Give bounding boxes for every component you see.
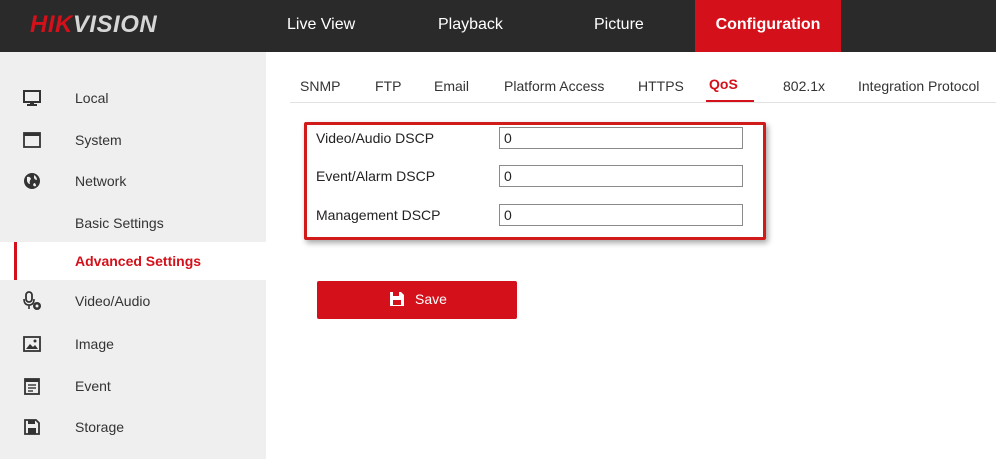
nav-live-view[interactable]: Live View	[287, 0, 355, 52]
tab-802-1x[interactable]: 802.1x	[783, 78, 825, 94]
tab-platform-access[interactable]: Platform Access	[504, 78, 604, 94]
brand-logo: HIKVISION	[30, 11, 157, 39]
sidebar-item-storage[interactable]: Storage	[0, 408, 266, 446]
sidebar-item-advanced-settings[interactable]: Advanced Settings	[0, 242, 266, 280]
management-dscp-input[interactable]	[499, 204, 743, 226]
sidebar-item-basic-settings[interactable]: Basic Settings	[0, 204, 266, 242]
save-button-label: Save	[415, 291, 447, 307]
nav-playback[interactable]: Playback	[438, 0, 503, 52]
brand-logo-part1: HIK	[30, 11, 73, 38]
video-audio-dscp-input[interactable]	[499, 127, 743, 149]
event-alarm-dscp-input[interactable]	[499, 165, 743, 187]
monitor-icon	[23, 90, 41, 106]
sidebar: Local System Network Basic Settings Adva…	[0, 52, 266, 459]
floppy-icon	[390, 292, 404, 306]
tab-ftp[interactable]: FTP	[375, 78, 401, 94]
sidebar-item-event[interactable]: Event	[0, 367, 266, 405]
tab-integration-protocol[interactable]: Integration Protocol	[858, 78, 979, 94]
microphone-gear-icon	[23, 291, 41, 310]
nav-picture[interactable]: Picture	[594, 0, 644, 52]
sidebar-item-network[interactable]: Network	[0, 162, 266, 200]
sidebar-item-label: Advanced Settings	[75, 253, 202, 269]
tab-snmp[interactable]: SNMP	[300, 78, 340, 94]
save-button[interactable]: Save	[317, 281, 517, 319]
tab-https[interactable]: HTTPS	[638, 78, 684, 94]
sidebar-item-label: Network	[75, 173, 127, 189]
sidebar-item-label: System	[75, 132, 122, 148]
tab-email[interactable]: Email	[434, 78, 469, 94]
sidebar-item-label: Image	[75, 336, 114, 352]
brand-logo-part2: VISION	[72, 11, 158, 38]
sidebar-item-local[interactable]: Local	[0, 79, 266, 117]
tabs-divider	[290, 102, 996, 103]
management-dscp-label: Management DSCP	[316, 207, 441, 223]
calendar-icon	[24, 378, 40, 395]
active-tab-underline	[706, 100, 754, 102]
tab-qos[interactable]: QoS	[709, 76, 738, 92]
sidebar-item-system[interactable]: System	[0, 121, 266, 159]
sidebar-item-label: Event	[75, 378, 111, 394]
video-audio-dscp-label: Video/Audio DSCP	[316, 130, 435, 146]
selected-indicator	[14, 242, 17, 280]
sidebar-item-video-audio[interactable]: Video/Audio	[0, 282, 266, 320]
floppy-icon	[24, 419, 40, 435]
event-alarm-dscp-label: Event/Alarm DSCP	[316, 168, 436, 184]
globe-icon	[24, 173, 40, 189]
sidebar-item-label: Storage	[75, 419, 125, 435]
sidebar-item-label: Local	[75, 90, 109, 106]
sidebar-item-image[interactable]: Image	[0, 325, 266, 363]
window-icon	[23, 132, 41, 148]
image-icon	[23, 336, 41, 352]
sidebar-item-label: Basic Settings	[75, 215, 164, 231]
nav-configuration[interactable]: Configuration	[695, 0, 841, 52]
sidebar-item-label: Video/Audio	[75, 293, 151, 309]
top-bar: HIKVISION Live View Playback Picture Con…	[0, 0, 996, 52]
